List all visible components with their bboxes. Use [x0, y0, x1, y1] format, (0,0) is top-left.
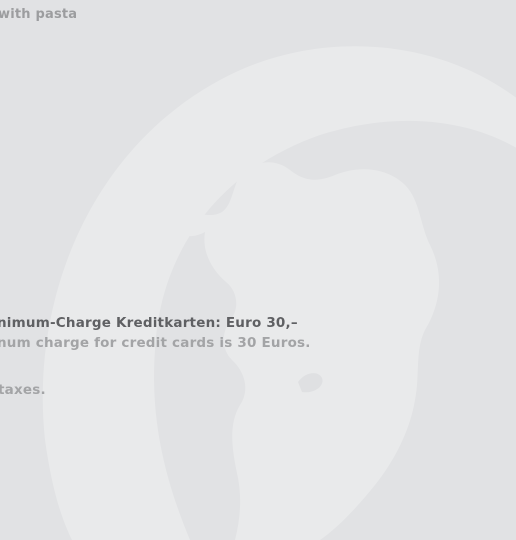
minimum-charge-german: nimum-Charge Kreditkarten: Euro 30,–: [0, 315, 298, 331]
menu-text-pasta: with pasta: [0, 7, 78, 22]
watermark-beak: [298, 373, 323, 393]
watermark-ring: [42, 46, 516, 540]
rooster-logo-watermark-icon: [42, 46, 516, 540]
watermark-rooster: [170, 162, 440, 540]
taxes-note: taxes.: [0, 382, 46, 398]
minimum-charge-english: num charge for credit cards is 30 Euros.: [0, 335, 311, 351]
